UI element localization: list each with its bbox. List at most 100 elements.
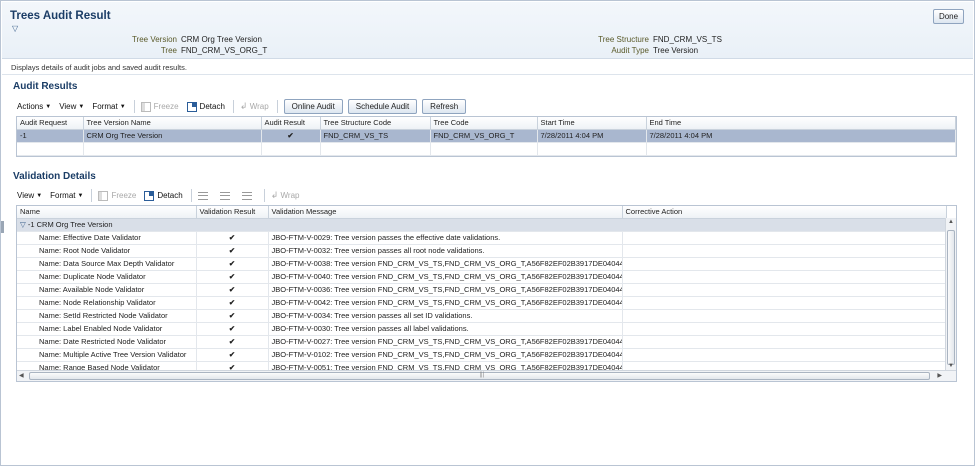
field-tree-structure: Tree Structure FND_CRM_VS_TS [587, 35, 722, 44]
splitter-handle[interactable] [1, 221, 4, 233]
wrap-button[interactable]: ↲ Wrap [240, 101, 269, 112]
vertical-scrollbar[interactable]: ▲ ▼ [945, 218, 956, 370]
view-menu[interactable]: View ▼ [59, 102, 84, 111]
format-label: Format [50, 191, 76, 200]
collapse-all-button[interactable] [219, 191, 234, 200]
done-button[interactable]: Done [933, 9, 964, 24]
detach-label: Detach [157, 191, 183, 200]
check-icon: ✔ [196, 296, 269, 310]
detach-button[interactable]: Detach [144, 190, 183, 201]
message-cell: JBO-FTM-V-0029: Tree version passes the … [268, 231, 623, 245]
message-cell: JBO-FTM-V-0042: Tree version FND_CRM_VS_… [268, 296, 623, 310]
validation-details-title: Validation Details [13, 171, 96, 182]
message-cell: JBO-FTM-V-0038: Tree version FND_CRM_VS_… [268, 257, 623, 271]
name-cell: Name: Root Node Validator [17, 244, 197, 258]
table-row[interactable]: Name: Date Restricted Node Validator ✔ JBO… [17, 335, 947, 349]
corrective-action-cell [622, 283, 947, 297]
freeze-label: Freeze [153, 102, 179, 111]
triangle-down-icon[interactable]: ▽ [12, 24, 18, 33]
view-menu[interactable]: View ▼ [17, 191, 42, 200]
wrap-icon: ↲ [270, 190, 279, 200]
scroll-right-icon[interactable]: ▶ [937, 372, 942, 379]
table-row[interactable]: Name: Root Node Validator ✔ JBO-FTM-V-0032… [17, 244, 947, 258]
refresh-button[interactable]: Refresh [422, 99, 467, 114]
column-header[interactable]: Validation Message [268, 206, 623, 219]
group-row[interactable]: ▽ -1 CRM Org Tree Version [17, 218, 947, 232]
tree-code-cell: FND_CRM_VS_ORG_T [430, 129, 538, 143]
column-header[interactable]: Audit Request [17, 117, 84, 130]
freeze-icon [140, 101, 151, 112]
grip-icon: ||| [479, 372, 485, 378]
column-header[interactable]: Start Time [537, 117, 647, 130]
scroll-up-icon[interactable]: ▲ [948, 219, 954, 225]
detach-button[interactable]: Detach [186, 101, 225, 112]
column-header[interactable]: End Time [646, 117, 956, 130]
format-menu[interactable]: Format ▼ [50, 191, 83, 200]
table-row[interactable]: Name: Effective Date Validator ✔ JBO-FTM-V… [17, 231, 947, 245]
table-row[interactable]: Name: Label Enabled Node Validator ✔ JBO-F… [17, 322, 947, 336]
column-header[interactable]: Validation Result [196, 206, 269, 219]
freeze-button[interactable]: Freeze [98, 190, 136, 201]
scroll-left-icon[interactable]: ◀ [19, 372, 24, 379]
table-row[interactable]: Name: Available Node Validator ✔ JBO-FTM-V… [17, 283, 947, 297]
actions-label: Actions [17, 102, 44, 111]
online-audit-button[interactable]: Online Audit [283, 99, 343, 114]
name-cell: Name: Available Node Validator [17, 283, 197, 297]
toolbar-separator [232, 100, 234, 113]
table-row[interactable]: Name: Node Relationship Validator ✔ JBO-FT… [17, 296, 947, 310]
structure-code-cell: FND_CRM_VS_TS [320, 129, 431, 143]
column-header[interactable]: Audit Result [261, 117, 321, 130]
chevron-down-icon: ▼ [119, 103, 126, 110]
divider [2, 74, 973, 75]
column-header[interactable]: Tree Structure Code [320, 117, 431, 130]
table-row[interactable]: Name: Multiple Active Tree Version Valid… [17, 348, 947, 362]
column-header[interactable]: Tree Code [430, 117, 538, 130]
field-tree: Tree FND_CRM_VS_ORG_T [112, 46, 267, 55]
expand-all-button[interactable] [197, 191, 212, 200]
message-cell: JBO-FTM-V-0034: Tree version passes all … [268, 309, 623, 323]
check-icon: ✔ [196, 231, 269, 245]
corrective-action-cell [622, 270, 947, 284]
table-row[interactable]: Name: Duplicate Node Validator ✔ JBO-FTM-V… [17, 270, 947, 284]
chevron-down-icon: ▼ [36, 192, 43, 199]
field-tree-version: Tree Version CRM Org Tree Version [112, 35, 262, 44]
check-icon: ✔ [196, 322, 269, 336]
table-row[interactable]: Name: SetId Restricted Node Validator ✔ JB… [17, 309, 947, 323]
corrective-action-cell [622, 257, 947, 271]
check-icon: ✔ [196, 244, 269, 258]
scroll-to-parent-button[interactable] [241, 191, 256, 200]
check-icon: ✔ [196, 257, 269, 271]
column-header[interactable]: Name [17, 206, 197, 219]
toolbar-separator [133, 100, 135, 113]
check-icon: ✔ [196, 348, 269, 362]
name-cell: Name: Date Restricted Node Validator [17, 335, 197, 349]
freeze-button[interactable]: Freeze [140, 101, 179, 112]
schedule-audit-button[interactable]: Schedule Audit [347, 99, 418, 114]
detach-label: Detach [199, 102, 225, 111]
table-row[interactable]: Name: Data Source Max Depth Validator ✔ JB… [17, 257, 947, 271]
format-menu[interactable]: Format ▼ [92, 102, 125, 111]
column-header[interactable]: Tree Version Name [83, 117, 262, 130]
column-header[interactable]: Corrective Action [622, 206, 947, 219]
triangle-down-icon[interactable]: ▽ [20, 220, 26, 229]
field-value: CRM Org Tree Version [181, 35, 262, 44]
chevron-down-icon: ▼ [78, 103, 85, 110]
message-cell: JBO-FTM-V-0027: Tree version FND_CRM_VS_… [268, 335, 623, 349]
app-window: Trees Audit Result ▽ Done Tree Version CR… [0, 0, 975, 466]
scroll-thumb[interactable]: ||| [29, 372, 930, 380]
scroll-thumb[interactable] [947, 230, 955, 365]
check-icon: ✔ [196, 309, 269, 323]
scroll-down-icon[interactable]: ▼ [948, 363, 954, 369]
name-cell: Name: Label Enabled Node Validator [17, 322, 197, 336]
check-icon: ✔ [196, 335, 269, 349]
group-label: -1 CRM Org Tree Version [27, 220, 113, 229]
table-row [17, 142, 956, 156]
wrap-button[interactable]: ↲ Wrap [271, 190, 300, 201]
horizontal-scrollbar[interactable]: ◀ ||| ▶ [17, 370, 956, 381]
actions-menu[interactable]: Actions ▼ [17, 102, 51, 111]
wrap-label: Wrap [280, 191, 300, 200]
page-header: Trees Audit Result ▽ Done Tree Version CR… [2, 2, 973, 59]
table-row[interactable]: -1 CRM Org Tree Version ✔ FND_CRM_VS_TS … [17, 129, 956, 143]
corrective-action-cell [622, 231, 947, 245]
field-label: Audit Type [611, 46, 649, 55]
